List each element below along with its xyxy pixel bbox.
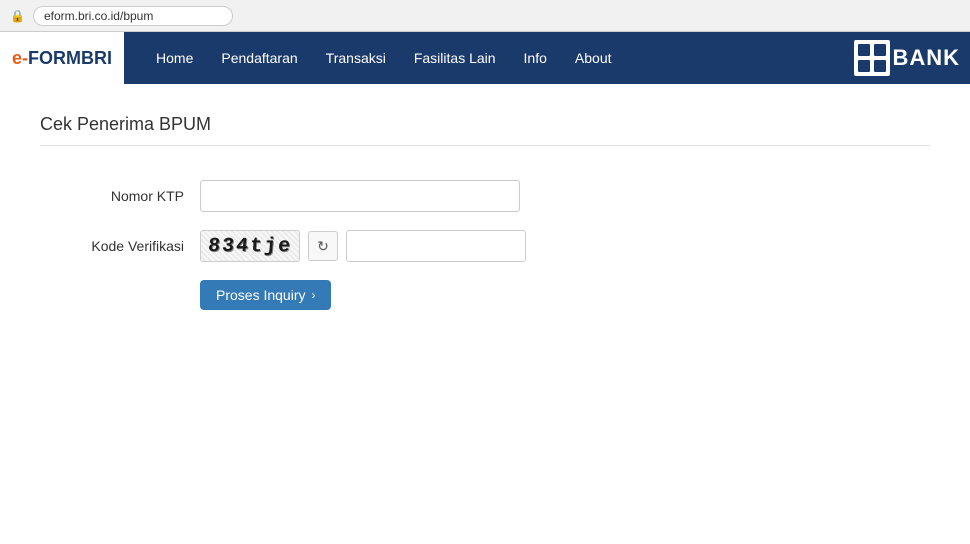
nav-home[interactable]: Home: [144, 44, 205, 72]
nav-fasilitas-lain[interactable]: Fasilitas Lain: [402, 44, 508, 72]
lock-icon: 🔒: [10, 9, 25, 23]
refresh-icon: ↻: [317, 238, 329, 255]
browser-bar: 🔒 eform.bri.co.id/bpum: [0, 0, 970, 32]
submit-row: Proses Inquiry ›: [40, 280, 930, 310]
nav-info[interactable]: Info: [512, 44, 559, 72]
navbar: e-FORMBRI Home Pendaftaran Transaksi Fas…: [0, 32, 970, 84]
proses-inquiry-button[interactable]: Proses Inquiry ›: [200, 280, 331, 310]
arrow-icon: ›: [311, 288, 315, 302]
kode-verifikasi-label: Kode Verifikasi: [40, 238, 200, 254]
bank-logo-icon: [854, 40, 890, 76]
nomor-ktp-input[interactable]: [200, 180, 520, 212]
captcha-refresh-button[interactable]: ↻: [308, 231, 338, 261]
navbar-links: Home Pendaftaran Transaksi Fasilitas Lai…: [124, 44, 854, 72]
navbar-right: BANK: [854, 40, 970, 76]
bank-name: BANK: [892, 45, 960, 71]
brand-bri-text: BRI: [81, 48, 112, 69]
captcha-text: 834tje: [207, 235, 293, 258]
page-title: Cek Penerima BPUM: [40, 114, 930, 146]
kode-verifikasi-row: Kode Verifikasi 834tje ↻: [40, 230, 930, 262]
captcha-image: 834tje: [200, 230, 300, 262]
nomor-ktp-label: Nomor KTP: [40, 188, 200, 204]
brand: e-FORMBRI: [0, 32, 124, 84]
form-section: Nomor KTP Kode Verifikasi 834tje ↻ Prose…: [40, 170, 930, 320]
brand-e-text: e-: [12, 48, 28, 69]
nav-about[interactable]: About: [563, 44, 624, 72]
brand-form-text: FORM: [28, 48, 81, 69]
captcha-input[interactable]: [346, 230, 526, 262]
nomor-ktp-row: Nomor KTP: [40, 180, 930, 212]
captcha-area: 834tje ↻: [200, 230, 526, 262]
url-bar[interactable]: eform.bri.co.id/bpum: [33, 6, 233, 26]
nav-pendaftaran[interactable]: Pendaftaran: [209, 44, 309, 72]
main-content: Cek Penerima BPUM Nomor KTP Kode Verifik…: [0, 84, 970, 350]
nav-transaksi[interactable]: Transaksi: [314, 44, 398, 72]
submit-button-label: Proses Inquiry: [216, 287, 305, 303]
bank-logo: BANK: [854, 40, 960, 76]
